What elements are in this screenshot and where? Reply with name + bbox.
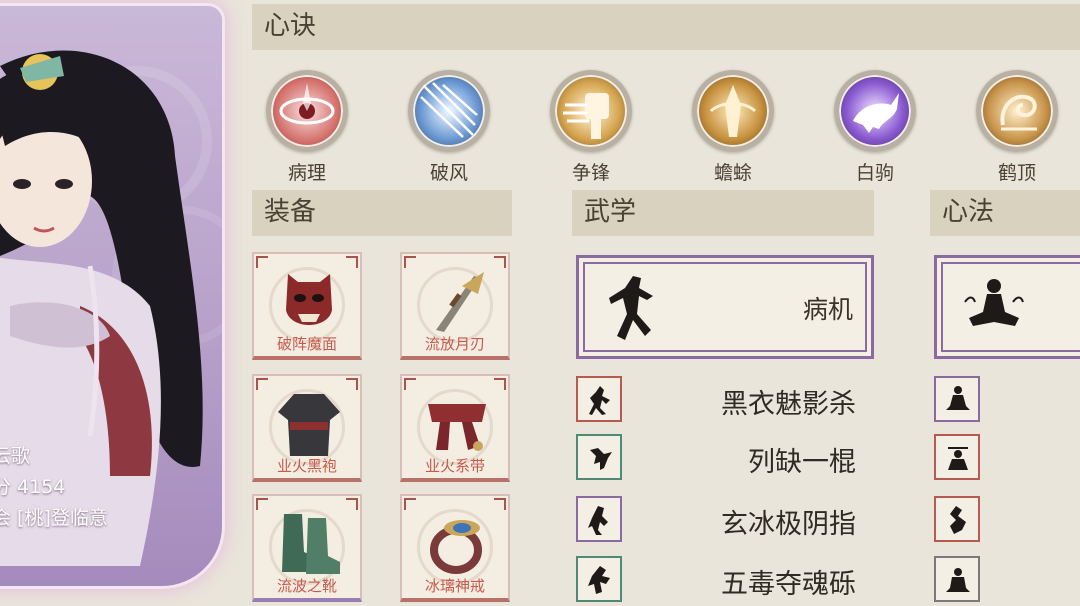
- technique-slot[interactable]: 蟾蜍: [678, 70, 788, 185]
- technique-label: 争锋: [571, 162, 610, 184]
- equipment-slot[interactable]: 流放月刃: [400, 252, 510, 360]
- mind-method-slot[interactable]: [934, 434, 980, 480]
- technique-label: 鹤顶: [997, 162, 1036, 184]
- fist-strike-icon: [550, 70, 632, 152]
- martial-skill-icon[interactable]: [576, 434, 622, 480]
- frame-corner: [494, 378, 506, 390]
- frame-corner: [494, 256, 506, 268]
- demon-mask-icon: [286, 274, 332, 325]
- martial-skill-name: 玄冰极阴指: [721, 509, 856, 540]
- technique-label: 病理: [287, 162, 326, 184]
- frame-corner: [404, 378, 416, 390]
- equipment-name: 破阵魔面: [276, 335, 337, 353]
- mind-method-slot[interactable]: [934, 496, 980, 542]
- crimson-eye-icon: [266, 70, 348, 152]
- technique-slot[interactable]: 争锋: [536, 70, 646, 185]
- frame-corner: [494, 498, 506, 510]
- frame-corner: [256, 256, 268, 268]
- black-robe-icon: [278, 394, 340, 456]
- character-guild: 会 [桃]登临意: [0, 507, 108, 529]
- meditating-figure-icon: [964, 279, 1024, 326]
- main-martial-skill-card[interactable]: 病机: [576, 255, 874, 359]
- equipment-name: 流放月刃: [424, 335, 485, 353]
- main-martial-skill-name: 病机: [802, 295, 853, 324]
- mind-method-slot[interactable]: [934, 376, 980, 422]
- section-martial-header: 武学: [572, 190, 874, 236]
- green-boots-icon: [282, 514, 340, 574]
- section-equipment-header: 装备: [252, 190, 512, 236]
- crane-crest-icon: [976, 70, 1058, 152]
- technique-slot[interactable]: 破风: [394, 70, 504, 185]
- waist-sash-icon: [428, 404, 486, 451]
- jade-ring-icon: [430, 520, 482, 574]
- frame-corner: [256, 378, 268, 390]
- technique-label: 白驹: [855, 162, 894, 184]
- martial-skill-icon[interactable]: [576, 556, 622, 602]
- technique-slot[interactable]: 白驹: [820, 70, 930, 185]
- character-portrait-card: 云歌 分 4154 会 [桃]登临意: [0, 6, 222, 586]
- equipment-slot[interactable]: 冰璃神戒: [400, 494, 510, 602]
- technique-label: 蟾蜍: [713, 162, 752, 184]
- frame-corner: [346, 256, 358, 268]
- martial-skill-name: 五毒夺魂砾: [721, 569, 856, 600]
- martial-skill-name: 列缺一棍: [748, 447, 856, 478]
- main-mind-method-card[interactable]: [934, 255, 1080, 359]
- mind-method-slot[interactable]: [934, 556, 980, 602]
- equipment-name: 冰璃神戒: [424, 577, 485, 595]
- moon-blade-icon: [436, 272, 484, 332]
- character-info: 云歌 分 4154 会 [桃]登临意: [0, 441, 108, 534]
- character-name: 云歌: [0, 445, 31, 467]
- section-mind-method-header: 心法: [930, 190, 1080, 236]
- frame-corner: [346, 378, 358, 390]
- martial-skill-icon[interactable]: [576, 496, 622, 542]
- equipment-slot[interactable]: 业火系带: [400, 374, 510, 482]
- martial-skill-name: 黑衣魅影杀: [721, 389, 856, 420]
- wind-burst-icon: [408, 70, 490, 152]
- equipment-slot[interactable]: 破阵魔面: [252, 252, 362, 360]
- ink-fighter-icon: [609, 276, 653, 340]
- technique-slot[interactable]: 病理: [252, 70, 362, 185]
- frame-corner: [404, 256, 416, 268]
- toad-totem-icon: [692, 70, 774, 152]
- equipment-slot[interactable]: 业火黑袍: [252, 374, 362, 482]
- technique-label: 破风: [429, 162, 468, 184]
- character-score: 分 4154: [0, 476, 66, 498]
- equipment-slot[interactable]: 流波之靴: [252, 494, 362, 602]
- equipment-name: 流波之靴: [276, 577, 337, 595]
- white-steed-icon: [834, 70, 916, 152]
- technique-slot[interactable]: 鹤顶: [962, 70, 1072, 185]
- frame-corner: [346, 498, 358, 510]
- equipment-name: 业火黑袍: [276, 457, 337, 475]
- martial-skill-icon[interactable]: [576, 376, 622, 422]
- frame-corner: [256, 498, 268, 510]
- section-heart-art-header: 心诀: [252, 4, 1080, 50]
- frame-corner: [404, 498, 416, 510]
- equipment-name: 业火系带: [424, 457, 485, 475]
